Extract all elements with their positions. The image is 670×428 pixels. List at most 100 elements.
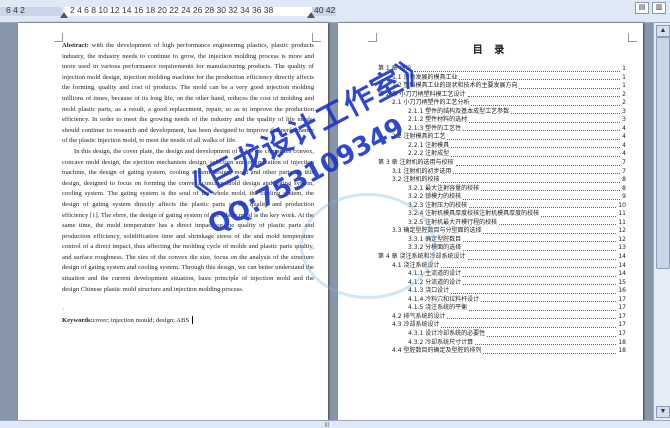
scroll-down-button[interactable]: ▼ xyxy=(656,406,670,418)
toc-entry[interactable]: 1.2 塑料模具工业的现状和技术的主要发展方向 1 xyxy=(378,82,626,91)
toc-entry[interactable]: 3.2.1 最大注射容量的校核 8 xyxy=(378,185,626,194)
toc-entry[interactable]: 2.2.2 注射成型 4 xyxy=(378,150,626,159)
toc-leader-dots xyxy=(441,262,617,269)
toc-entry[interactable]: 3.2.2 锁模力的校核 9 xyxy=(378,193,626,202)
keywords-text: cover; injection mould; design; ABS xyxy=(92,316,190,324)
right-indent-marker[interactable] xyxy=(307,12,315,18)
toc-entry[interactable]: 3.1 注射机的初步选用 7 xyxy=(378,168,626,177)
scroll-up-button[interactable]: ▲ xyxy=(656,25,670,37)
toc-leader-dots xyxy=(541,210,617,217)
toc-entry-page: 10 xyxy=(618,201,626,209)
toc-entry[interactable]: 第 3 章 注射机的选用与校核 7 xyxy=(378,159,626,168)
toc-leader-dots xyxy=(463,236,617,243)
toc-leader-dots xyxy=(447,313,617,320)
toc-leader-dots xyxy=(471,99,621,106)
toc-entry-title: 1.1 蓬勃发展的模具工业 xyxy=(392,73,458,81)
toc-leader-dots xyxy=(499,219,617,226)
vertical-scrollbar[interactable]: ▲ ▼ xyxy=(653,23,670,420)
toc-leader-dots xyxy=(459,74,621,81)
ruler-left-numbers: 6 4 2 xyxy=(6,5,25,15)
document-page-left[interactable]: Abstract: with the development of high p… xyxy=(18,23,328,420)
toc-leader-dots xyxy=(519,82,621,89)
keywords-line: · Keywords:cover; injection mould; design… xyxy=(62,305,314,326)
toc-entry[interactable]: 2.1.2 塑件材料的选材 3 xyxy=(378,116,626,125)
toc-leader-dots xyxy=(511,108,621,115)
toc-leader-dots xyxy=(469,304,617,311)
toc-leader-dots xyxy=(467,253,617,260)
toc-entry-title: 4.3.1 设计冷却系统的必要性 xyxy=(408,329,486,337)
toc-entry-page: 3 xyxy=(622,116,626,124)
watermark-logo xyxy=(300,193,436,299)
toc-entry-title: 4.4 型腔数目的确定及型腔的排列 xyxy=(392,347,482,355)
toc-entry-title: 3.2.1 最大注射容量的校核 xyxy=(408,184,480,192)
toc-entry-page: 17 xyxy=(618,329,626,337)
toc-entry[interactable]: 4.1.5 浇注系统的平衡 17 xyxy=(378,304,626,313)
toc-leader-dots xyxy=(469,116,621,123)
keywords-label: Keywords: xyxy=(62,316,93,324)
toc-entry-title: 4.3.2 冷却系统尺寸计算 xyxy=(408,338,474,346)
toc-entry-page: 14 xyxy=(618,253,626,261)
toc-entry[interactable]: 4.1.3 浇口设计 16 xyxy=(378,287,626,296)
scrollbar-thumb[interactable] xyxy=(656,37,670,269)
toc-entry-page: 11 xyxy=(618,210,626,218)
toc-entry-page: 17 xyxy=(618,312,626,320)
toc-leader-dots xyxy=(483,227,617,234)
toc-entry-page: 15 xyxy=(618,278,626,286)
toc-entry[interactable]: 1.1 蓬勃发展的模具工业 1 xyxy=(378,74,626,83)
toc-entry-title: 2.2.2 注射成型 xyxy=(408,150,450,158)
abstract-body[interactable]: Abstract: with the development of high p… xyxy=(62,41,314,326)
toc-leader-dots xyxy=(481,296,617,303)
toc-entry-title: 1.2 塑料模具工业的现状和技术的主要发展方向 xyxy=(392,82,518,90)
view-split-icon[interactable]: ▥ xyxy=(652,2,666,14)
toc-entry-title: 3.2.2 锁模力的校核 xyxy=(408,193,462,201)
toc-entry-page: 12 xyxy=(618,227,626,235)
toc-entry-page: 4 xyxy=(622,133,626,141)
toc-entry[interactable]: 2.2 注射模具的工艺 4 xyxy=(378,133,626,142)
toc-entry-page: 8 xyxy=(622,184,626,192)
toc-entry[interactable]: 4.3.1 设计冷却系统的必要性 17 xyxy=(378,330,626,339)
toc-entry-page: 1 xyxy=(622,65,626,72)
view-ruler-icon[interactable]: ▤ xyxy=(635,2,649,14)
toc-entry[interactable]: 4.3.2 冷却系统尺寸计算 18 xyxy=(378,339,626,348)
toc-entry-page: 1 xyxy=(622,82,626,90)
toc-entry-page: 9 xyxy=(622,193,626,201)
toc-entry[interactable]: 3.2 注射机的校核 8 xyxy=(378,176,626,185)
toc-entry[interactable]: 2.1.1 塑件的结构及基本成型工艺参数 3 xyxy=(378,108,626,117)
toc-entry[interactable]: 4.4 型腔数目的确定及型腔的排列 18 xyxy=(378,347,626,356)
toc-leader-dots xyxy=(475,339,617,346)
toc-entry-page: 4 xyxy=(622,150,626,158)
toc-entry-page: 18 xyxy=(618,338,626,346)
ruler-main-numbers: 2 4 6 8 10 12 14 16 18 20 22 24 26 28 30… xyxy=(70,5,274,15)
toc-leader-dots xyxy=(463,279,617,286)
toc-entry-page: 7 xyxy=(622,167,626,175)
scroll-grip-icon[interactable]: ||| xyxy=(325,422,329,428)
toc-entry-page: 11 xyxy=(618,218,626,226)
toc-entry-page: 8 xyxy=(622,176,626,184)
abstract-paragraph-1: Abstract: with the development of high p… xyxy=(62,41,314,147)
toc-entry-title: 4.1.5 浇注系统的平衡 xyxy=(408,304,468,312)
toc-leader-dots xyxy=(463,125,621,132)
toc-leader-dots xyxy=(467,91,621,98)
toc-leader-dots xyxy=(451,142,621,149)
toc-leader-dots xyxy=(453,168,621,175)
toc-leader-dots xyxy=(441,176,621,183)
toc-entry-page: 14 xyxy=(618,261,626,269)
toc-entry[interactable]: 第 1 章 绪论 1 xyxy=(378,65,626,74)
toc-entry[interactable]: 2.1 小刀刀柄塑件的工艺分析 2 xyxy=(378,99,626,108)
toc-entry-page: 7 xyxy=(622,159,626,167)
toc-leader-dots xyxy=(463,244,617,252)
toc-entry-title: 2.1 小刀刀柄塑件的工艺分析 xyxy=(392,99,470,107)
toc-entry-title: 2.2 注射模具的工艺 xyxy=(392,133,446,141)
ruler-view-buttons: ▤ ▥ xyxy=(635,2,666,14)
toc-leader-dots xyxy=(487,330,617,337)
left-indent-marker[interactable] xyxy=(60,12,68,18)
toc-leader-dots xyxy=(441,321,617,328)
toc-entry-title: 2.1.1 塑件的结构及基本成型工艺参数 xyxy=(408,107,510,115)
toc-leader-dots xyxy=(451,150,621,158)
toc-entry-page: 1 xyxy=(622,73,626,81)
document-workspace[interactable]: Abstract: with the development of high p… xyxy=(0,23,670,420)
toc-entry[interactable]: 4.3 冷却系统设计 17 xyxy=(378,321,626,330)
toc-entry-page: 4 xyxy=(622,124,626,132)
toc-entry[interactable]: 第 2 章 小刀刀柄塑料模工艺设计 2 xyxy=(378,91,626,100)
horizontal-ruler[interactable]: 6 4 2 2 4 6 8 10 12 14 16 18 20 22 24 26… xyxy=(0,0,670,23)
